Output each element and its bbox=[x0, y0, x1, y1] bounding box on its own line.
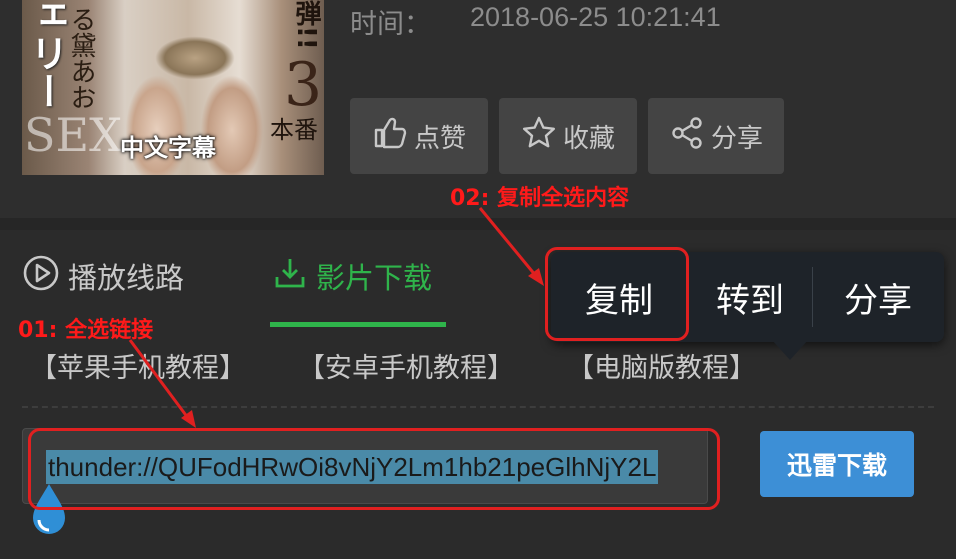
url-highlight-box bbox=[28, 428, 720, 510]
tab-play-label: 播放线路 bbox=[68, 261, 185, 295]
poster-caption: 中文字幕 bbox=[120, 134, 216, 162]
annotation-step2: 02: 复制全选内容 bbox=[450, 186, 630, 211]
favorite-label: 收藏 bbox=[562, 123, 615, 154]
share-button[interactable]: 分享 bbox=[648, 98, 784, 174]
section-divider bbox=[0, 218, 956, 230]
thumbs-up-icon bbox=[372, 115, 408, 158]
active-tab-indicator bbox=[270, 322, 446, 327]
poster-number: 3 bbox=[284, 50, 323, 120]
annotation-step1: 01: 全选链接 bbox=[18, 318, 154, 343]
menu-share-button[interactable]: 分享 bbox=[813, 252, 943, 342]
time-label: 时间： bbox=[350, 9, 431, 40]
copy-highlight-box bbox=[545, 247, 689, 341]
like-button[interactable]: 点赞 bbox=[350, 98, 488, 174]
poster-right-bottom-text: 本番 bbox=[270, 116, 318, 144]
video-poster[interactable]: ェリー る黛あお SEX 弾!! 3 本番 中文字幕 bbox=[22, 0, 324, 175]
tab-video-download[interactable]: 影片下载 bbox=[272, 256, 432, 296]
menu-goto-button[interactable]: 转到 bbox=[688, 252, 812, 342]
poster-title-text: ェリー bbox=[24, 0, 68, 110]
favorite-button[interactable]: 收藏 bbox=[499, 98, 637, 174]
xunlei-download-button[interactable]: 迅雷下载 bbox=[760, 431, 914, 497]
android-tutorial-link[interactable]: 【安卓手机教程】 bbox=[298, 346, 514, 385]
download-icon bbox=[272, 255, 308, 298]
apple-tutorial-link[interactable]: 【苹果手机教程】 bbox=[30, 346, 246, 385]
pc-tutorial-link[interactable]: 【电脑版教程】 bbox=[567, 346, 756, 385]
like-label: 点赞 bbox=[413, 123, 466, 154]
dashed-divider bbox=[22, 406, 934, 408]
share-label: 分享 bbox=[710, 123, 763, 154]
star-icon bbox=[521, 115, 557, 158]
poster-right-text: 弾!! bbox=[291, 0, 321, 50]
share-icon bbox=[669, 115, 705, 158]
time-value: 2018-06-25 10:21:41 bbox=[470, 2, 721, 32]
tab-play-routes[interactable]: 播放线路 bbox=[22, 254, 185, 299]
play-circle-icon bbox=[22, 254, 60, 299]
poster-name-text: る黛あお bbox=[66, 6, 96, 110]
tab-download-label: 影片下载 bbox=[316, 261, 433, 295]
menu-pointer bbox=[772, 340, 808, 360]
poster-sex-text: SEX bbox=[24, 108, 122, 162]
